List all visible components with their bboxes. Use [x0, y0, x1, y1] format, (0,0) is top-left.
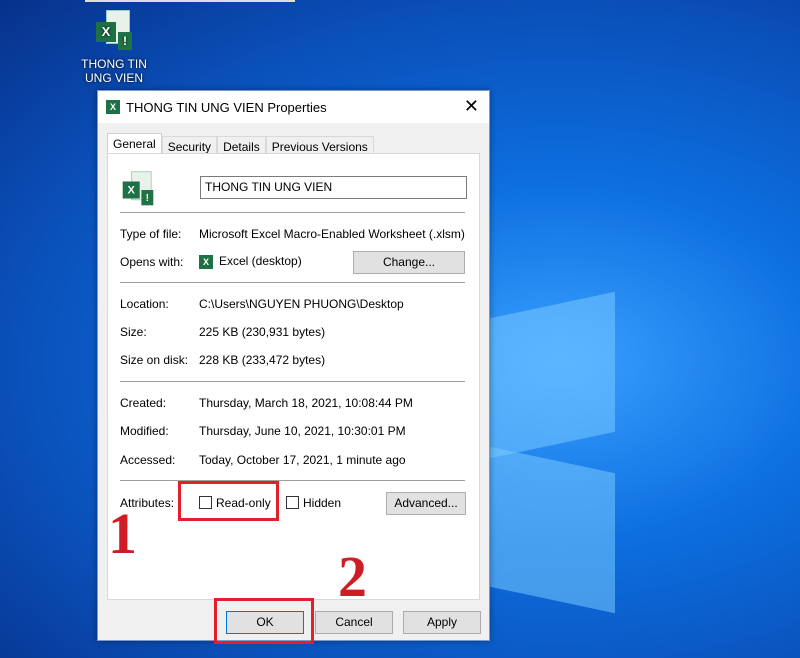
modified-value: Thursday, June 10, 2021, 10:30:01 PM	[199, 424, 406, 438]
opens-value: Excel (desktop)	[219, 254, 302, 268]
location-label: Location:	[120, 297, 169, 311]
dialog-title: THONG TIN UNG VIEN Properties	[126, 100, 327, 115]
type-label: Type of file:	[120, 227, 181, 241]
excel-icon: X	[199, 255, 213, 269]
divider	[120, 282, 465, 283]
hidden-label: Hidden	[303, 496, 341, 510]
hidden-checkbox[interactable]: Hidden	[286, 496, 341, 510]
apply-button[interactable]: Apply	[403, 611, 481, 634]
size-disk-value: 228 KB (233,472 bytes)	[199, 353, 325, 367]
type-value: Microsoft Excel Macro-Enabled Worksheet …	[199, 227, 465, 241]
location-value: C:\Users\NGUYEN PHUONG\Desktop	[199, 297, 404, 311]
checkbox-icon[interactable]	[286, 496, 299, 509]
file-name-input[interactable]: THONG TIN UNG VIEN	[200, 176, 467, 199]
excel-file-icon: X!	[94, 10, 134, 54]
accessed-value: Today, October 17, 2021, 1 minute ago	[199, 453, 406, 467]
cancel-button[interactable]: Cancel	[315, 611, 393, 634]
title-bar: X THONG TIN UNG VIEN Properties ✕	[98, 91, 489, 123]
divider	[120, 381, 465, 382]
size-disk-label: Size on disk:	[120, 353, 188, 367]
accessed-label: Accessed:	[120, 453, 175, 467]
general-panel: X! THONG TIN UNG VIEN Type of file: Micr…	[107, 153, 480, 600]
divider	[120, 212, 465, 213]
divider	[120, 480, 465, 481]
desktop-icon-label: THONG TIN UNG VIEN	[78, 57, 150, 85]
close-icon[interactable]: ✕	[464, 96, 479, 117]
readonly-highlight	[178, 481, 279, 521]
properties-dialog: X THONG TIN UNG VIEN Properties ✕ Genera…	[97, 90, 490, 641]
windows-logo	[490, 255, 630, 635]
excel-file-icon: X!	[121, 171, 155, 208]
advanced-button[interactable]: Advanced...	[386, 492, 466, 515]
change-button[interactable]: Change...	[353, 251, 465, 274]
excel-icon: X	[106, 100, 120, 114]
opens-label: Opens with:	[120, 255, 183, 269]
created-label: Created:	[120, 396, 166, 410]
size-label: Size:	[120, 325, 147, 339]
top-edge	[85, 0, 295, 2]
step-1-label: 1	[108, 500, 137, 567]
size-value: 225 KB (230,931 bytes)	[199, 325, 325, 339]
ok-highlight	[214, 598, 314, 644]
modified-label: Modified:	[120, 424, 169, 438]
created-value: Thursday, March 18, 2021, 10:08:44 PM	[199, 396, 413, 410]
step-2-label: 2	[338, 543, 367, 610]
desktop-file-icon[interactable]: X! THONG TIN UNG VIEN	[78, 10, 150, 85]
